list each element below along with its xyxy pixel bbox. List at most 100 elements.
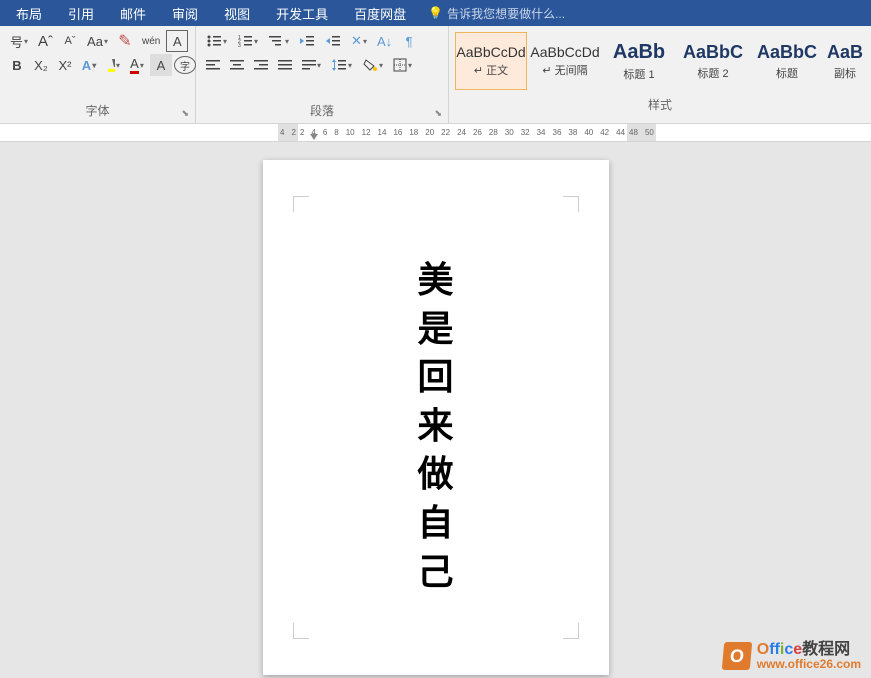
style-name: ↵ 无间隔 (542, 62, 587, 78)
document-text[interactable]: 美是回来做自己 (417, 256, 453, 596)
ruler-tick: 30 (505, 128, 514, 137)
horizontal-ruler[interactable]: 4 2 246810121416182022242628303234363840… (0, 124, 871, 142)
menu-references[interactable]: 引用 (56, 0, 106, 27)
styles-group: AaBbCcDd ↵ 正文 AaBbCcDd ↵ 无间隔 AaBb 标题 1 A… (449, 26, 871, 123)
style-name: ↵ 正文 (474, 62, 508, 78)
tell-me-search[interactable]: 💡 告诉我您想要做什么... (420, 5, 565, 22)
borders-button[interactable]: ▾ (389, 54, 416, 76)
ruler-tick: 2 (300, 128, 304, 137)
style-title[interactable]: AaBbC 标题 (751, 32, 823, 90)
align-left-button[interactable] (202, 54, 224, 76)
ruler-tick: 50 (645, 128, 654, 137)
first-line-indent-marker-icon[interactable] (310, 134, 318, 140)
doc-char: 己 (417, 548, 453, 597)
decrease-indent-button[interactable] (295, 30, 319, 52)
distributed-button[interactable]: ▾ (298, 54, 325, 76)
phonetic-guide-button[interactable]: wén (138, 30, 164, 52)
menu-review[interactable]: 审阅 (160, 0, 210, 27)
style-preview: AaB (827, 42, 863, 63)
char-border-button[interactable]: A (166, 30, 188, 52)
style-normal[interactable]: AaBbCcDd ↵ 正文 (455, 32, 527, 90)
ruler-tick: 4 (280, 128, 284, 137)
style-heading2[interactable]: AaBbC 标题 2 (677, 32, 749, 90)
font-size-button[interactable]: 号 ▾ (6, 30, 32, 52)
menu-baidu[interactable]: 百度网盘 (342, 0, 418, 27)
asian-layout-button[interactable]: ✕▾ (347, 30, 371, 52)
increase-indent-button[interactable] (321, 30, 345, 52)
grow-font-button[interactable]: Aˆ (34, 30, 57, 52)
ruler-tick: 34 (537, 128, 546, 137)
line-spacing-button[interactable]: ▾ (327, 54, 356, 76)
highlight-button[interactable]: ▾ (102, 54, 124, 76)
ruler-tick: 8 (334, 128, 338, 137)
watermark-url: www.office26.com (757, 658, 861, 670)
font-group-label: 字体 ⬊ (4, 100, 191, 121)
ruler-tick: 14 (378, 128, 387, 137)
menu-layout[interactable]: 布局 (4, 0, 54, 27)
svg-text:3: 3 (238, 43, 241, 48)
enclose-char-button[interactable]: 字 (174, 56, 196, 74)
style-gallery: AaBbCcDd ↵ 正文 AaBbCcDd ↵ 无间隔 AaBb 标题 1 A… (453, 28, 867, 94)
paragraph-dialog-launcher-icon[interactable]: ⬊ (434, 108, 442, 119)
document-page[interactable]: 美是回来做自己 (263, 160, 609, 675)
change-case-button[interactable]: Aa▾ (83, 30, 112, 52)
margin-mark-icon (293, 196, 309, 212)
ribbon: 号 ▾ Aˆ Aˇ Aa▾ ✎ wén A B X₂ X² A▾ ▾ A▾ A (0, 26, 871, 124)
ruler-tick: 38 (568, 128, 577, 137)
subscript-button[interactable]: X₂ (30, 54, 52, 76)
ruler-tick: 26 (473, 128, 482, 137)
ruler-tick: 2 (291, 128, 295, 137)
ruler-tick: 36 (553, 128, 562, 137)
document-area: 美是回来做自己 O Office教程网 www.office26.com (0, 142, 871, 678)
bullets-button[interactable]: ▾ (202, 30, 231, 52)
char-shading-button[interactable]: A (150, 54, 172, 76)
multilevel-list-button[interactable]: ▾ (264, 30, 293, 52)
superscript-button[interactable]: X² (54, 54, 76, 76)
style-name: 标题 2 (697, 65, 728, 81)
menu-bar: 布局 引用 邮件 审阅 视图 开发工具 百度网盘 💡 告诉我您想要做什么... (0, 0, 871, 26)
doc-char: 做 (417, 450, 453, 499)
shrink-font-button[interactable]: Aˇ (59, 30, 81, 52)
style-no-spacing[interactable]: AaBbCcDd ↵ 无间隔 (529, 32, 601, 90)
menu-view[interactable]: 视图 (212, 0, 262, 27)
ruler-tick: 18 (409, 128, 418, 137)
margin-mark-icon (563, 196, 579, 212)
style-name: 标题 1 (623, 66, 654, 82)
doc-char: 来 (417, 402, 453, 451)
menu-mailings[interactable]: 邮件 (108, 0, 158, 27)
style-preview: AaBbCcDd (456, 44, 525, 60)
show-marks-button[interactable]: ¶ (398, 30, 420, 52)
ruler-tick: 40 (584, 128, 593, 137)
justify-button[interactable] (274, 54, 296, 76)
format-painter-button[interactable]: ✎ (114, 30, 136, 52)
style-preview: AaBbC (683, 42, 743, 63)
style-preview: AaBbCcDd (530, 44, 599, 60)
style-heading1[interactable]: AaBb 标题 1 (603, 32, 675, 90)
watermark-title: Office教程网 (757, 642, 861, 658)
align-right-button[interactable] (250, 54, 272, 76)
style-name: 副标 (834, 65, 856, 81)
shading-button[interactable]: ▾ (358, 54, 387, 76)
margin-mark-icon (563, 623, 579, 639)
align-center-button[interactable] (226, 54, 248, 76)
bold-button[interactable]: B (6, 54, 28, 76)
font-group: 号 ▾ Aˆ Aˇ Aa▾ ✎ wén A B X₂ X² A▾ ▾ A▾ A (0, 26, 196, 123)
numbering-button[interactable]: 123▾ (233, 30, 262, 52)
sort-button[interactable]: A↓ (373, 30, 396, 52)
ruler-tick: 44 (616, 128, 625, 137)
font-dialog-launcher-icon[interactable]: ⬊ (181, 108, 189, 119)
text-effects-button[interactable]: A▾ (78, 54, 100, 76)
font-color-button[interactable]: A▾ (126, 54, 148, 76)
ruler-tick: 42 (600, 128, 609, 137)
ruler-tick: 28 (489, 128, 498, 137)
ruler-tick: 24 (457, 128, 466, 137)
tell-me-text: 告诉我您想要做什么... (447, 5, 565, 22)
ruler-tick: 22 (441, 128, 450, 137)
style-preview: AaBb (613, 41, 665, 64)
menu-dev-tools[interactable]: 开发工具 (264, 0, 340, 27)
style-subtitle[interactable]: AaB 副标 (825, 32, 865, 90)
office-logo-icon: O (722, 642, 752, 670)
paragraph-group: ▾ 123▾ ▾ ✕▾ A↓ ¶ ▾ ▾ ▾ ▾ 段落 ⬊ (196, 26, 449, 123)
watermark: O Office教程网 www.office26.com (723, 642, 861, 670)
paragraph-group-label: 段落 ⬊ (200, 100, 444, 121)
